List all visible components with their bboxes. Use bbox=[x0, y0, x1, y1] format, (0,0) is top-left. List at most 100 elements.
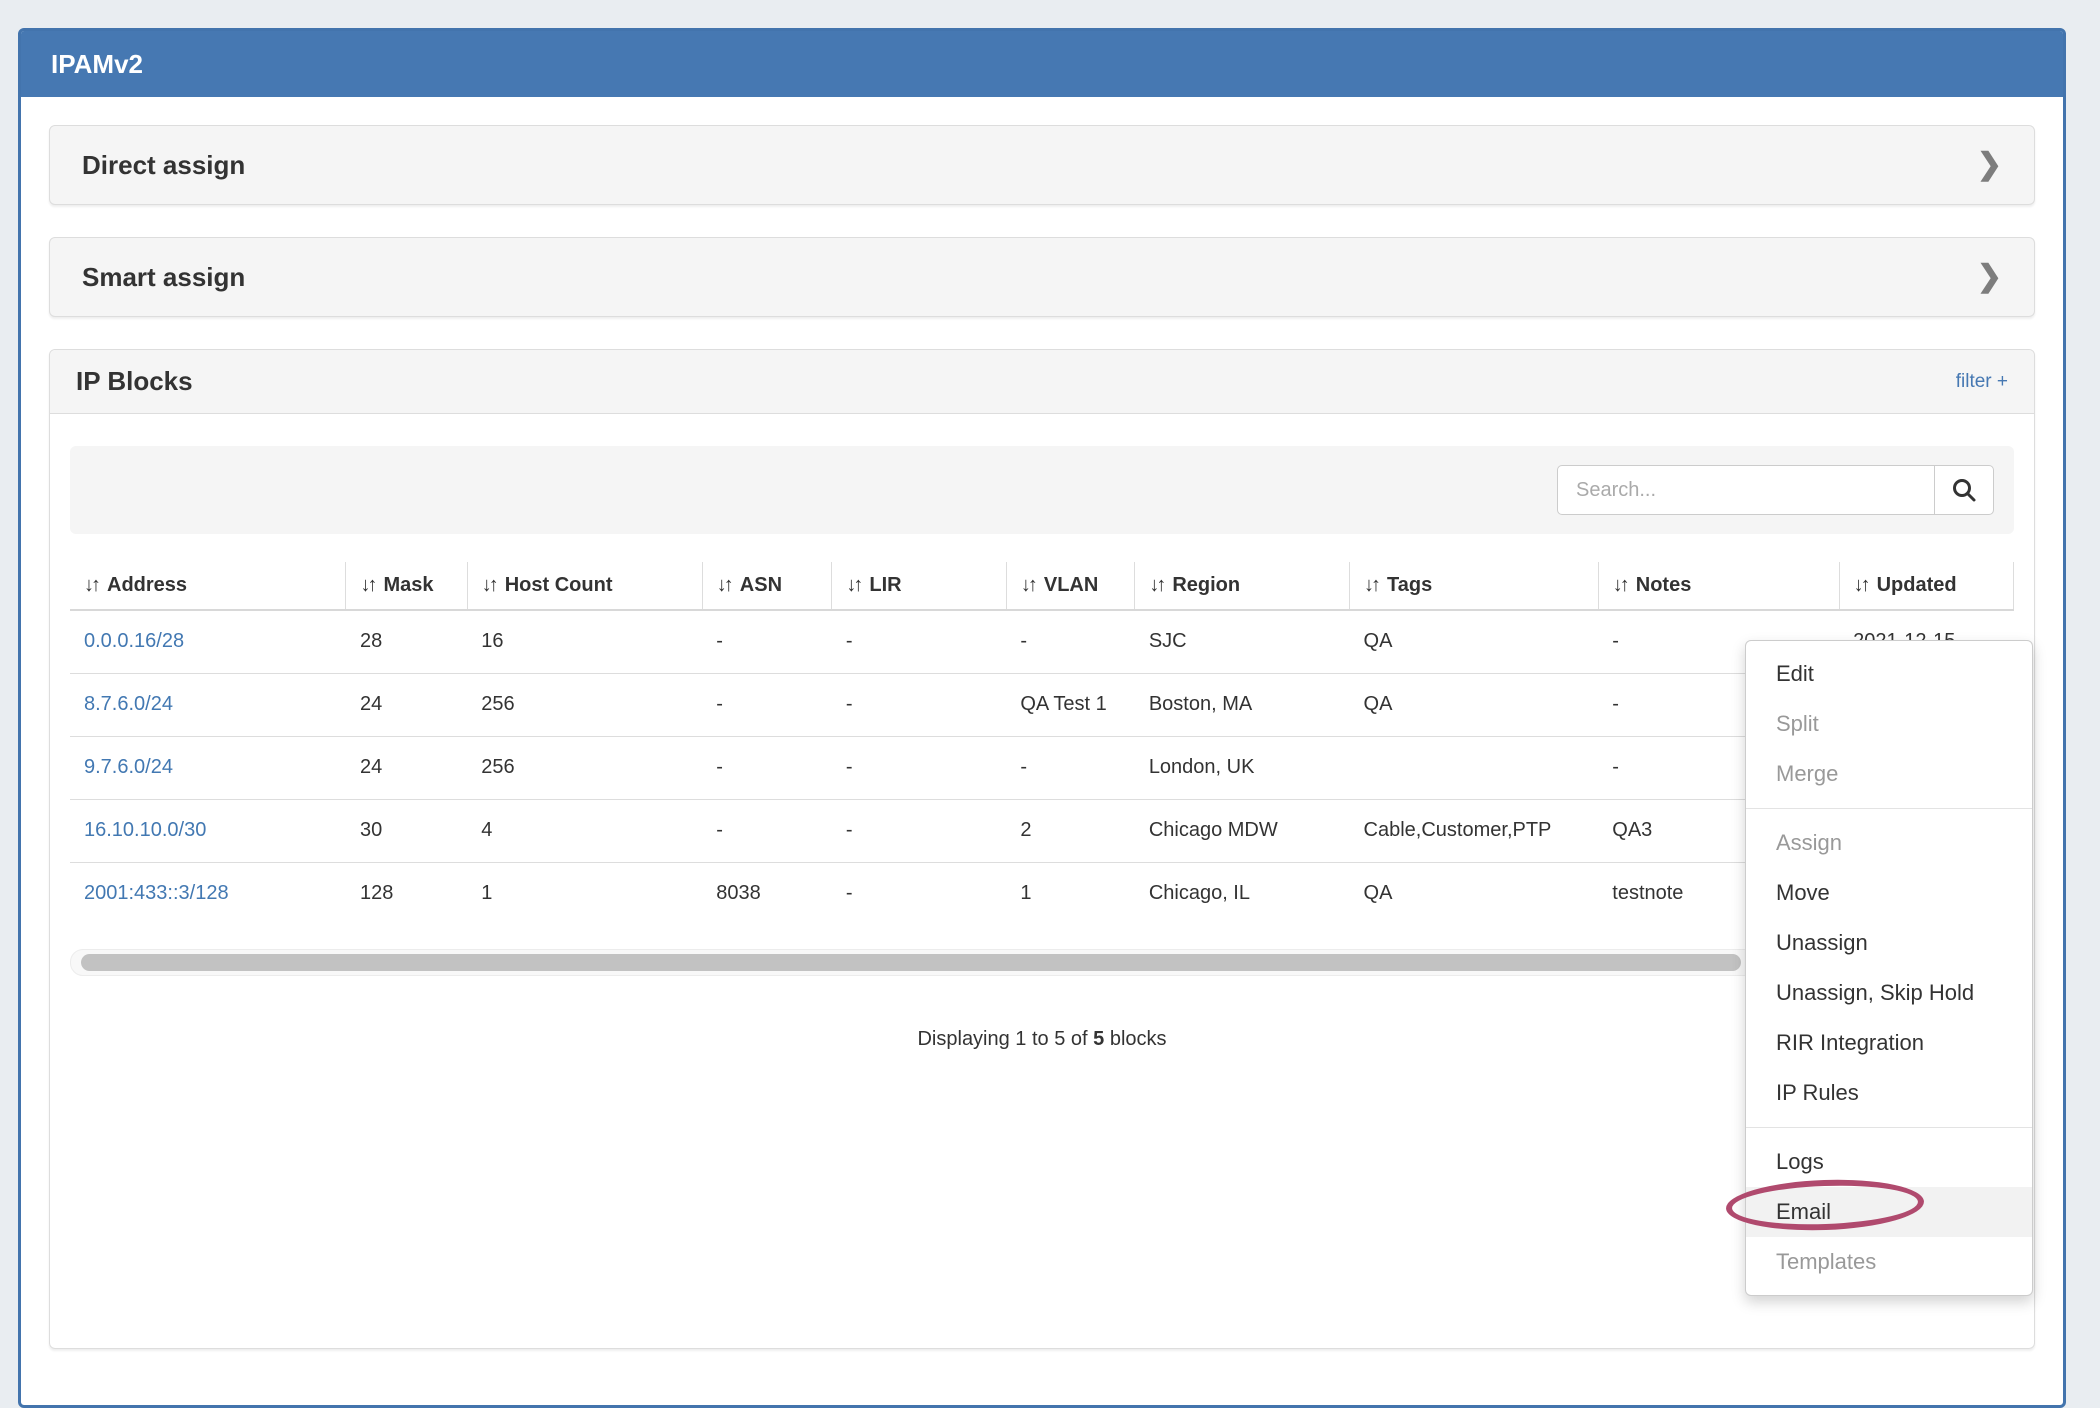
column-header-tags[interactable]: ↓↑ Tags bbox=[1350, 562, 1599, 610]
vlan-cell: - bbox=[1006, 610, 1134, 673]
menu-item-rir-integration[interactable]: RIR Integration bbox=[1746, 1018, 2032, 1068]
lir-cell: - bbox=[832, 610, 1006, 673]
menu-divider bbox=[1746, 808, 2032, 809]
column-label: Tags bbox=[1387, 574, 1432, 596]
column-label: Region bbox=[1172, 574, 1240, 596]
horizontal-scrollbar[interactable] bbox=[70, 949, 2014, 976]
mask-cell: 30 bbox=[346, 799, 467, 862]
region-cell: London, UK bbox=[1135, 736, 1350, 799]
menu-item-split: Split bbox=[1746, 699, 2032, 749]
table-row: 0.0.0.16/282816---SJCQA-2021-12-15 bbox=[70, 610, 2014, 673]
menu-item-logs[interactable]: Logs bbox=[1746, 1137, 2032, 1187]
asn-cell: - bbox=[702, 736, 832, 799]
ip-address-link[interactable]: 8.7.6.0/24 bbox=[84, 693, 173, 715]
table-body: 0.0.0.16/282816---SJCQA-2021-12-158.7.6.… bbox=[70, 610, 2014, 925]
column-header-region[interactable]: ↓↑ Region bbox=[1135, 562, 1350, 610]
region-cell: SJC bbox=[1135, 610, 1350, 673]
ip-blocks-body: ↓↑Address↓↑Mask↓↑Host Count↓↑ASN↓↑LIR↓↑V… bbox=[50, 414, 2034, 1051]
column-label: Updated bbox=[1877, 574, 1957, 596]
table-header-row: ↓↑Address↓↑Mask↓↑Host Count↓↑ASN↓↑LIR↓↑V… bbox=[70, 562, 2014, 610]
table-row: 9.7.6.0/2424256---London, UK- bbox=[70, 736, 2014, 799]
column-header-lir[interactable]: ↓↑LIR bbox=[832, 562, 1006, 610]
mask-cell: 24 bbox=[346, 673, 467, 736]
menu-item-ip-rules[interactable]: IP Rules bbox=[1746, 1068, 2032, 1118]
table-row: 16.10.10.0/30304--2Chicago MDWCable,Cust… bbox=[70, 799, 2014, 862]
column-label: Address bbox=[107, 574, 187, 596]
tags-cell: QA bbox=[1350, 610, 1599, 673]
ip-address-link[interactable]: 2001:433::3/128 bbox=[84, 882, 229, 904]
menu-divider bbox=[1746, 1127, 2032, 1128]
direct-assign-panel[interactable]: Direct assign ❯ bbox=[49, 125, 2035, 205]
column-header-address[interactable]: ↓↑ Address bbox=[70, 562, 346, 610]
summary-prefix: Displaying 1 to 5 of bbox=[917, 1028, 1093, 1050]
sort-icon: ↓↑ bbox=[1021, 574, 1035, 596]
mask-cell: 24 bbox=[346, 736, 467, 799]
sort-icon: ↓↑ bbox=[84, 574, 98, 596]
column-label: Mask bbox=[383, 574, 433, 596]
column-label: Notes bbox=[1636, 574, 1692, 596]
menu-item-merge: Merge bbox=[1746, 749, 2032, 799]
ip-address-link[interactable]: 0.0.0.16/28 bbox=[84, 630, 184, 652]
column-header-asn[interactable]: ↓↑ASN bbox=[702, 562, 832, 610]
chevron-right-icon: ❯ bbox=[1977, 262, 2002, 292]
ip-address-link[interactable]: 16.10.10.0/30 bbox=[84, 819, 206, 841]
vlan-cell: 1 bbox=[1006, 862, 1134, 925]
ip-blocks-heading: IP Blocks filter + bbox=[50, 350, 2034, 414]
sort-icon: ↓↑ bbox=[1854, 574, 1868, 596]
summary-count: 5 bbox=[1093, 1028, 1104, 1050]
filter-link[interactable]: filter + bbox=[1956, 371, 2008, 393]
column-header-updated[interactable]: ↓↑ Updated bbox=[1839, 562, 2013, 610]
asn-cell: 8038 bbox=[702, 862, 832, 925]
column-header-notes[interactable]: ↓↑ Notes bbox=[1598, 562, 1839, 610]
column-label: Host Count bbox=[505, 574, 613, 596]
host_count-cell: 256 bbox=[467, 673, 702, 736]
menu-item-templates: Templates bbox=[1746, 1237, 2032, 1287]
vlan-cell: QA Test 1 bbox=[1006, 673, 1134, 736]
tags-cell: QA bbox=[1350, 862, 1599, 925]
block-context-menu: EditSplitMerge AssignMoveUnassignUnassign… bbox=[1745, 640, 2033, 1296]
smart-assign-title: Smart assign bbox=[82, 262, 245, 293]
sort-icon: ↓↑ bbox=[1149, 574, 1163, 596]
address-cell: 0.0.0.16/28 bbox=[70, 610, 346, 673]
region-cell: Boston, MA bbox=[1135, 673, 1350, 736]
sort-icon: ↓↑ bbox=[1613, 574, 1627, 596]
app-title: IPAMv2 bbox=[51, 49, 143, 80]
tags-cell bbox=[1350, 736, 1599, 799]
mask-cell: 28 bbox=[346, 610, 467, 673]
search-group bbox=[1557, 465, 1994, 515]
address-cell: 9.7.6.0/24 bbox=[70, 736, 346, 799]
ip-blocks-table-wrap: ↓↑Address↓↑Mask↓↑Host Count↓↑ASN↓↑LIR↓↑V… bbox=[70, 562, 2014, 925]
column-label: VLAN bbox=[1044, 574, 1098, 596]
sort-icon: ↓↑ bbox=[360, 574, 374, 596]
menu-item-edit[interactable]: Edit bbox=[1746, 649, 2032, 699]
column-header-mask[interactable]: ↓↑ Mask bbox=[346, 562, 467, 610]
search-button[interactable] bbox=[1934, 465, 1994, 515]
menu-item-move[interactable]: Move bbox=[1746, 868, 2032, 918]
sort-icon: ↓↑ bbox=[1364, 574, 1378, 596]
chevron-right-icon: ❯ bbox=[1977, 150, 2002, 180]
host_count-cell: 1 bbox=[467, 862, 702, 925]
scrollbar-thumb[interactable] bbox=[81, 954, 1741, 971]
region-cell: Chicago MDW bbox=[1135, 799, 1350, 862]
menu-item-unassign[interactable]: Unassign bbox=[1746, 918, 2032, 968]
column-header-host_count[interactable]: ↓↑Host Count bbox=[467, 562, 702, 610]
table-row: 2001:433::3/12812818038-1Chicago, ILQAte… bbox=[70, 862, 2014, 925]
search-input[interactable] bbox=[1557, 465, 1935, 515]
column-header-vlan[interactable]: ↓↑ VLAN bbox=[1006, 562, 1134, 610]
region-cell: Chicago, IL bbox=[1135, 862, 1350, 925]
address-cell: 16.10.10.0/30 bbox=[70, 799, 346, 862]
ip-blocks-table: ↓↑Address↓↑Mask↓↑Host Count↓↑ASN↓↑LIR↓↑V… bbox=[70, 562, 2014, 925]
address-cell: 8.7.6.0/24 bbox=[70, 673, 346, 736]
lir-cell: - bbox=[832, 673, 1006, 736]
ip-blocks-title: IP Blocks bbox=[76, 366, 193, 397]
menu-item-assign: Assign bbox=[1746, 818, 2032, 868]
menu-item-unassign-skip-hold[interactable]: Unassign, Skip Hold bbox=[1746, 968, 2032, 1018]
tags-cell: Cable,Customer,PTP bbox=[1350, 799, 1599, 862]
asn-cell: - bbox=[702, 799, 832, 862]
ip-address-link[interactable]: 9.7.6.0/24 bbox=[84, 756, 173, 778]
column-label: ASN bbox=[740, 574, 782, 596]
smart-assign-panel[interactable]: Smart assign ❯ bbox=[49, 237, 2035, 317]
lir-cell: - bbox=[832, 799, 1006, 862]
lir-cell: - bbox=[832, 862, 1006, 925]
menu-item-email[interactable]: Email bbox=[1746, 1187, 2032, 1237]
